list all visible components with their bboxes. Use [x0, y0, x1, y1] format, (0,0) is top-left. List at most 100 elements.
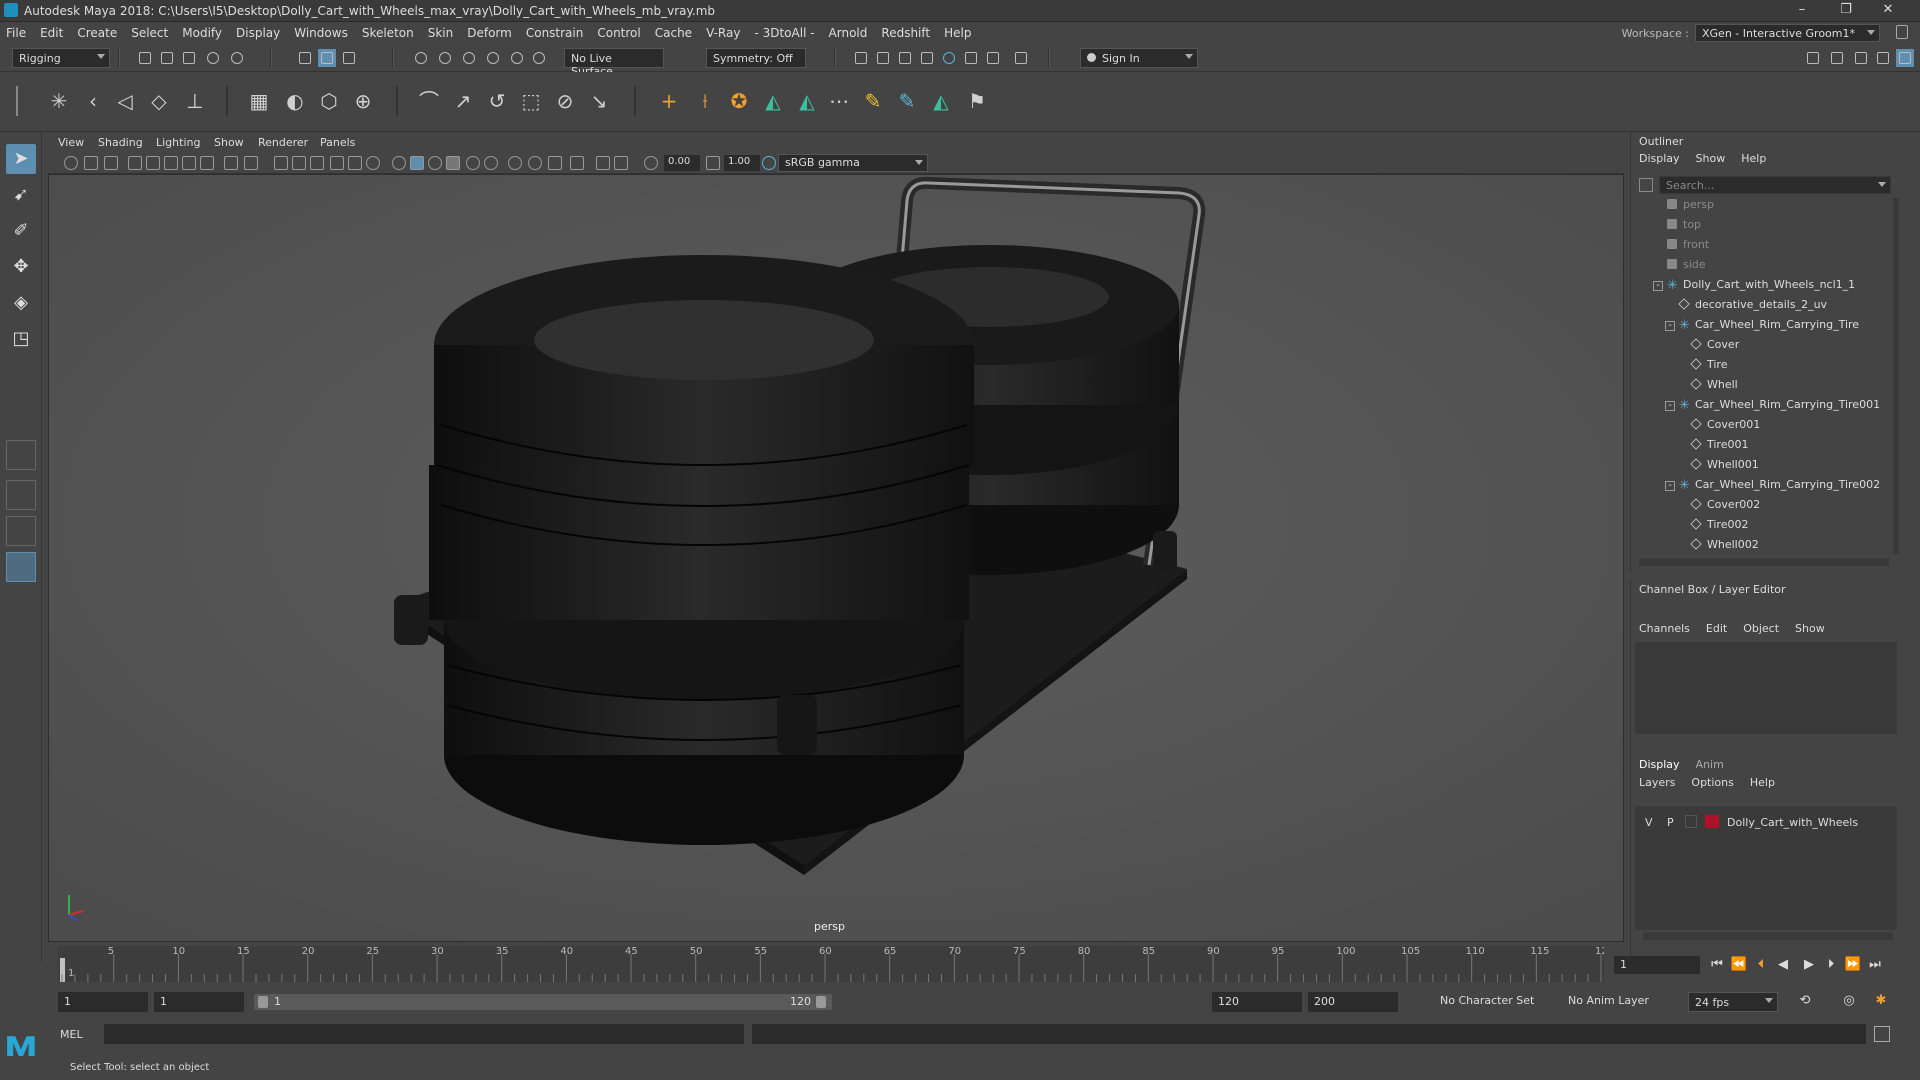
- current-frame-field[interactable]: 1: [1614, 956, 1700, 974]
- command-input[interactable]: [104, 1024, 744, 1044]
- menu-create[interactable]: Create: [77, 26, 117, 40]
- outliner-item-tire002[interactable]: Tire002: [1690, 518, 1748, 538]
- outliner-item-whell002[interactable]: Whell002: [1690, 538, 1759, 554]
- go-to-end-icon[interactable]: ⏭: [1866, 956, 1884, 974]
- joint-tool-icon[interactable]: ✳: [46, 88, 72, 114]
- outliner-search-input[interactable]: Search...: [1659, 176, 1891, 194]
- menu-deform[interactable]: Deform: [467, 26, 512, 40]
- viewport-menu-lighting[interactable]: Lighting: [156, 136, 200, 149]
- color-space-dropdown[interactable]: sRGB gamma: [778, 154, 928, 172]
- menu-constrain[interactable]: Constrain: [526, 26, 584, 40]
- shelf-tab-handle[interactable]: [16, 86, 26, 116]
- select-object-icon[interactable]: [318, 49, 336, 67]
- open-scene-icon[interactable]: [158, 49, 176, 67]
- select-hierarchy-icon[interactable]: [296, 49, 314, 67]
- shape-editor-icon[interactable]: ◭: [928, 88, 954, 114]
- filter-icon[interactable]: [1639, 178, 1653, 192]
- snap-curve-icon[interactable]: [436, 49, 454, 67]
- range-start-handle[interactable]: [258, 996, 268, 1008]
- camera-lock-icon[interactable]: [128, 156, 142, 170]
- viewport-menu-renderer[interactable]: Renderer: [258, 136, 308, 149]
- range-end-handle[interactable]: [816, 996, 826, 1008]
- character-controls-icon[interactable]: ◭: [794, 88, 820, 114]
- sign-in-dropdown[interactable]: Sign In: [1080, 48, 1198, 68]
- layer-color-swatch[interactable]: [1705, 815, 1719, 828]
- exposure-field[interactable]: 0.00: [664, 155, 700, 171]
- channel-box-toggle-icon[interactable]: [1874, 49, 1892, 67]
- insert-joint-icon[interactable]: ◇: [146, 88, 172, 114]
- menu-redshift[interactable]: Redshift: [881, 26, 930, 40]
- outliner-item-persp[interactable]: persp: [1667, 198, 1714, 218]
- restore-button[interactable]: ❐: [1824, 0, 1868, 22]
- play-forwards-icon[interactable]: ▶: [1800, 956, 1818, 974]
- symmetry-dropdown[interactable]: Symmetry: Off: [706, 48, 806, 68]
- vray-render-icon[interactable]: [984, 49, 1002, 67]
- menu-file[interactable]: File: [6, 26, 26, 40]
- single-view-layout-icon[interactable]: [6, 440, 36, 470]
- film-gate-icon[interactable]: [164, 156, 178, 170]
- rigid-bind-icon[interactable]: ◐: [282, 88, 308, 114]
- channel-box-area[interactable]: [1635, 642, 1897, 734]
- menu-3dtoall[interactable]: - 3DtoAll -: [754, 26, 814, 40]
- layers-menu-options[interactable]: Options: [1691, 776, 1733, 789]
- channels-menu-edit[interactable]: Edit: [1706, 622, 1727, 635]
- vray-frame-buffer-icon[interactable]: [962, 49, 980, 67]
- viewport-menu-panels[interactable]: Panels: [320, 136, 355, 149]
- range-slider[interactable]: 1 120: [254, 994, 832, 1010]
- two-view-layout-icon[interactable]: [6, 516, 36, 546]
- skin-weights-icon[interactable]: ✎: [894, 88, 920, 114]
- auto-key-icon[interactable]: ◎: [1840, 992, 1858, 1010]
- outliner-item-tire001[interactable]: Tire001: [1690, 438, 1748, 458]
- lattice-icon[interactable]: ⬡: [316, 88, 342, 114]
- image-plane-icon[interactable]: [104, 156, 118, 170]
- shadows-icon[interactable]: [366, 156, 380, 170]
- outliner-item-cover001[interactable]: Cover001: [1690, 418, 1760, 438]
- aim-constraint-icon[interactable]: ↗: [450, 88, 476, 114]
- collapse-icon[interactable]: -: [1653, 281, 1663, 291]
- paint-weights-icon[interactable]: ✎: [860, 88, 886, 114]
- hypershade-icon[interactable]: [940, 49, 958, 67]
- channels-menu-object[interactable]: Object: [1743, 622, 1779, 635]
- fps-dropdown[interactable]: 24 fps: [1688, 992, 1778, 1012]
- script-editor-icon[interactable]: [1874, 1026, 1890, 1042]
- viewport-menu-show[interactable]: Show: [214, 136, 244, 149]
- lasso-tool-icon[interactable]: ➹: [6, 180, 36, 210]
- go-to-start-icon[interactable]: ⏮: [1708, 956, 1726, 974]
- bookmark-icon[interactable]: [84, 156, 98, 170]
- outliner-item-dolly-cart[interactable]: - ✳ Dolly_Cart_with_Wheels_ncl1_1: [1653, 278, 1855, 298]
- menu-display[interactable]: Display: [236, 26, 280, 40]
- layers-menu-layers[interactable]: Layers: [1639, 776, 1675, 789]
- scale-constraint-icon[interactable]: ⬚: [518, 88, 544, 114]
- orient-constraint-icon[interactable]: ↺: [484, 88, 510, 114]
- snap-live-icon[interactable]: [508, 49, 526, 67]
- outliner-item-wheel-group[interactable]: - ✳ Car_Wheel_Rim_Carrying_Tire: [1665, 318, 1859, 338]
- color-management-icon[interactable]: [762, 156, 776, 170]
- render-settings-icon[interactable]: [918, 49, 936, 67]
- menu-vray[interactable]: V-Ray: [706, 26, 740, 40]
- frame-selected-icon[interactable]: [614, 156, 628, 170]
- resolution-gate-icon[interactable]: [182, 156, 196, 170]
- rotate-tool-icon[interactable]: ◈: [6, 288, 36, 318]
- outliner-item-cover002[interactable]: Cover002: [1690, 498, 1760, 518]
- outliner-item-tire[interactable]: Tire: [1690, 358, 1728, 378]
- isolate-select-icon[interactable]: [392, 156, 406, 170]
- paint-select-tool-icon[interactable]: ✐: [6, 216, 36, 246]
- viewport-menu-shading[interactable]: Shading: [98, 136, 143, 149]
- snap-point-icon[interactable]: [460, 49, 478, 67]
- outliner-menu-help[interactable]: Help: [1741, 152, 1766, 165]
- outliner-menu-display[interactable]: Display: [1639, 152, 1680, 165]
- wireframe-icon[interactable]: [274, 156, 288, 170]
- multisample-aa-icon[interactable]: [508, 156, 522, 170]
- smooth-shade-icon[interactable]: [292, 156, 306, 170]
- animation-end-field[interactable]: 200: [1308, 992, 1398, 1012]
- outliner-item-front[interactable]: front: [1667, 238, 1709, 258]
- render-frame-icon[interactable]: [874, 49, 892, 67]
- gamma-icon[interactable]: [706, 156, 720, 170]
- snap-options-icon[interactable]: [530, 49, 548, 67]
- xray-joints-icon[interactable]: [428, 156, 442, 170]
- tab-display[interactable]: Display: [1639, 758, 1680, 771]
- cluster-icon[interactable]: ⊕: [350, 88, 376, 114]
- select-tool-icon[interactable]: ➤: [6, 144, 36, 174]
- ipr-render-icon[interactable]: [896, 49, 914, 67]
- four-view-layout-icon[interactable]: [6, 480, 36, 510]
